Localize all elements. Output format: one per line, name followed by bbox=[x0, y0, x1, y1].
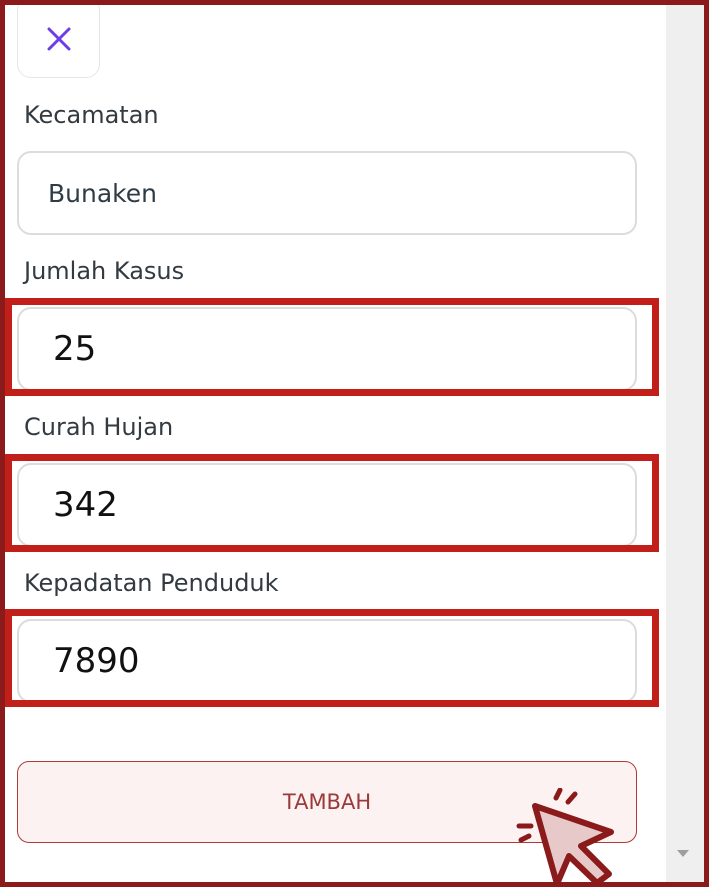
scroll-down-arrow-icon[interactable] bbox=[677, 850, 689, 857]
kecamatan-field[interactable]: Bunaken bbox=[17, 151, 637, 235]
click-cursor-icon bbox=[516, 788, 614, 884]
kepadatan-penduduk-input[interactable]: 7890 bbox=[17, 619, 637, 703]
curah-hujan-label: Curah Hujan bbox=[24, 413, 174, 441]
close-button[interactable] bbox=[17, 0, 100, 78]
close-icon bbox=[47, 27, 71, 51]
curah-hujan-input[interactable]: 342 bbox=[17, 463, 637, 547]
kecamatan-label: Kecamatan bbox=[24, 101, 159, 129]
jumlah-kasus-label: Jumlah Kasus bbox=[24, 257, 185, 285]
highlight-frame bbox=[0, 0, 709, 887]
scrollbar[interactable] bbox=[666, 5, 704, 882]
jumlah-kasus-input[interactable]: 25 bbox=[17, 307, 637, 391]
kepadatan-penduduk-label: Kepadatan Penduduk bbox=[24, 569, 279, 597]
